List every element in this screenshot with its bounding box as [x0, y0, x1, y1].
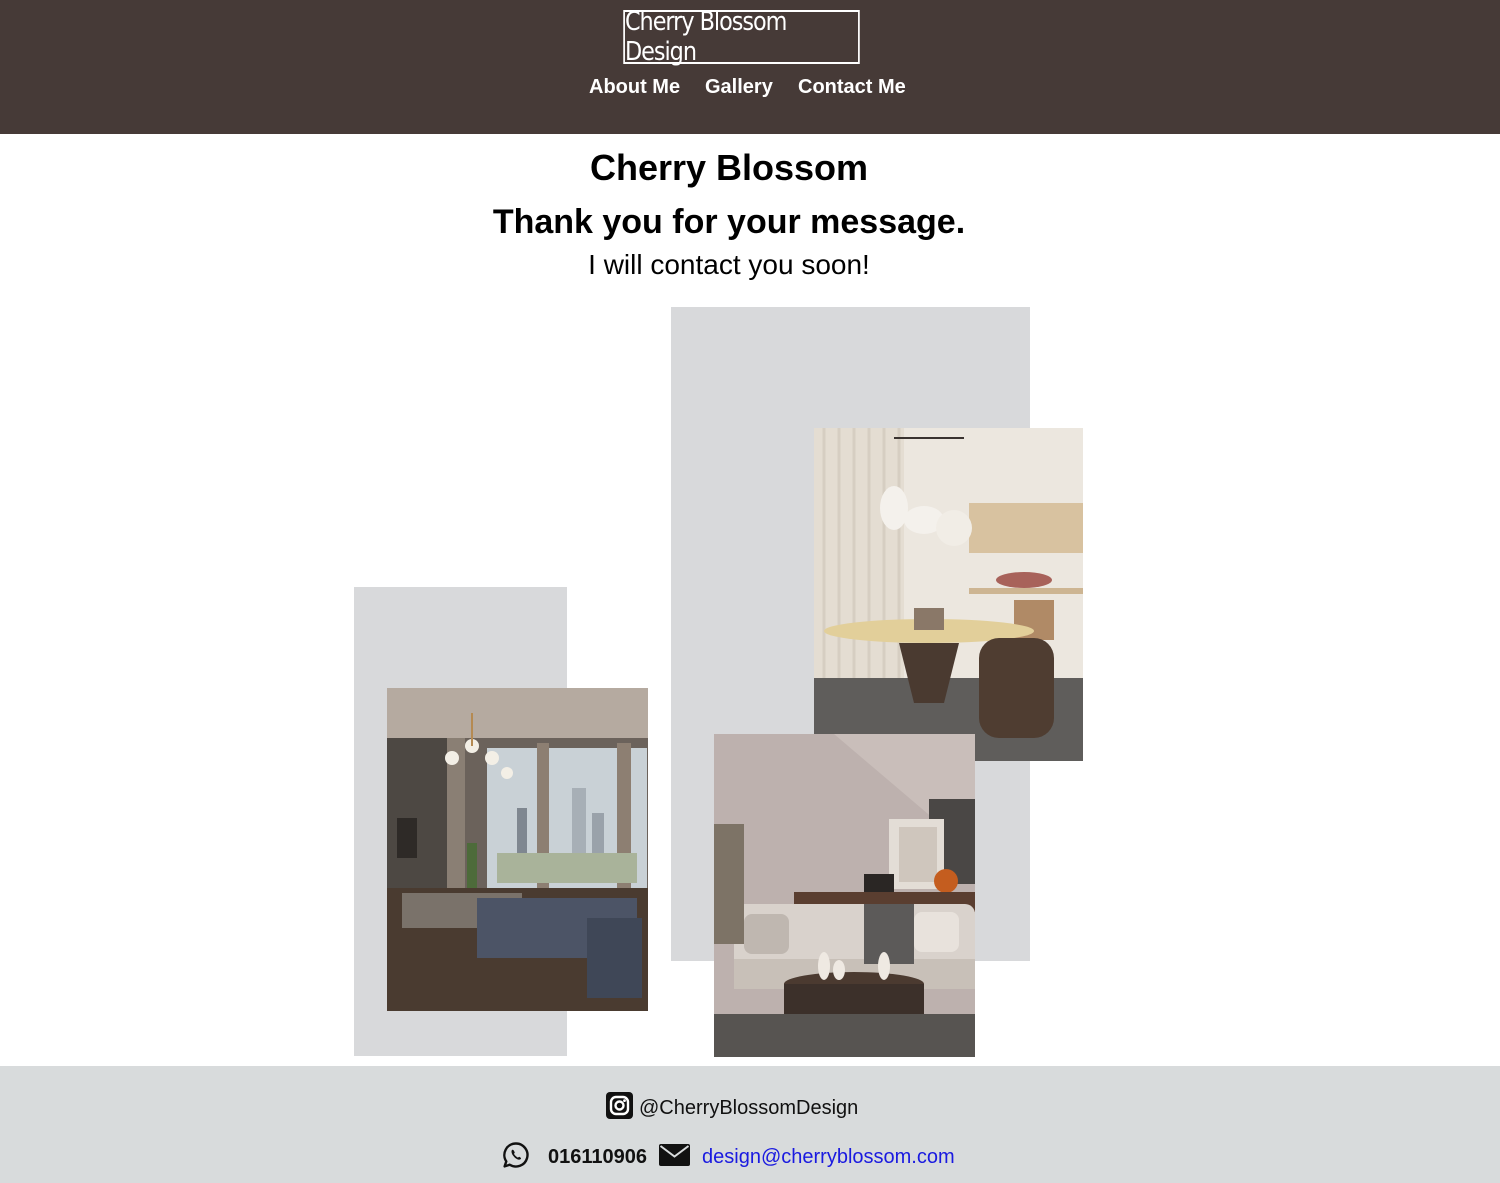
logo-text: Cherry Blossom Design [624, 7, 787, 67]
followup-text: I will contact you soon! [588, 249, 870, 280]
envelope-icon[interactable] [659, 1143, 691, 1171]
email-link[interactable]: design@cherryblossom.com [702, 1146, 955, 1169]
nav-gallery[interactable]: Gallery [705, 76, 773, 99]
instagram-icon[interactable] [606, 1092, 633, 1124]
instagram-row: @CherryBlossomDesign [606, 1092, 858, 1124]
contact-row: 016110906 design@cherryblossom.com [502, 1141, 955, 1174]
brand-heading: Cherry Blossom [589, 147, 869, 188]
dining-room-photo [814, 428, 1083, 761]
site-logo[interactable]: Cherry Blossom Design [623, 7, 860, 67]
nav-contact-me[interactable]: Contact Me [798, 76, 906, 99]
site-footer: @CherryBlossomDesign 016110906 design@ch… [0, 1066, 1500, 1183]
nav-about-me[interactable]: About Me [589, 76, 680, 99]
thanks-heading: Thank you for your message. [492, 203, 966, 241]
whatsapp-icon[interactable] [502, 1141, 530, 1174]
site-header: Cherry Blossom Design About Me Gallery C… [0, 0, 1500, 134]
living-room-photo [387, 688, 648, 1011]
instagram-handle[interactable]: @CherryBlossomDesign [639, 1097, 858, 1120]
sofa-lounge-photo [714, 734, 975, 1057]
phone-number[interactable]: 016110906 [548, 1146, 647, 1169]
main-nav: About Me Gallery Contact Me [0, 76, 1500, 102]
